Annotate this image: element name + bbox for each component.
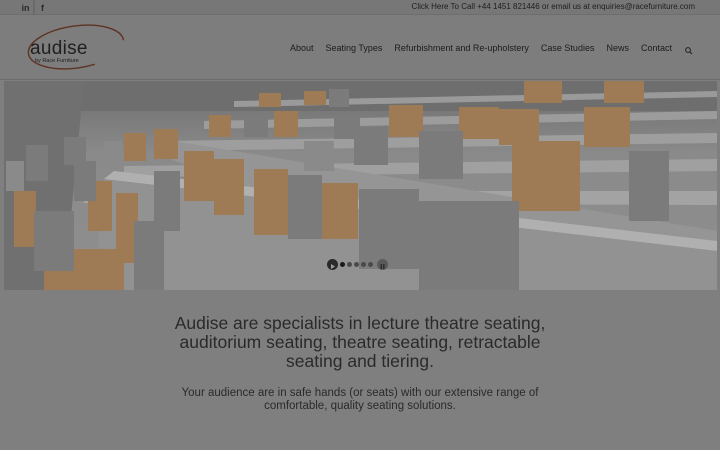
social-links: in f bbox=[0, 0, 50, 15]
slide-dot[interactable] bbox=[347, 261, 352, 267]
slide-dot[interactable] bbox=[340, 261, 345, 267]
play-icon[interactable] bbox=[327, 258, 338, 270]
logo[interactable]: audise by Race Furniture bbox=[24, 23, 128, 73]
nav-item-seating-types[interactable]: Seating Types bbox=[325, 43, 382, 53]
hero-slider[interactable] bbox=[4, 81, 717, 290]
slider-controls bbox=[327, 258, 388, 270]
intro-section: Audise are specialists in lecture theatr… bbox=[0, 314, 720, 413]
nav-item-news[interactable]: News bbox=[606, 43, 629, 53]
nav-item-about[interactable]: About bbox=[290, 43, 314, 53]
slide-dot[interactable] bbox=[368, 261, 373, 267]
nav-item-case-studies[interactable]: Case Studies bbox=[541, 43, 595, 53]
logo-wordmark: audise bbox=[30, 38, 88, 59]
nav-item-contact[interactable]: Contact bbox=[641, 43, 672, 53]
slide-dot[interactable] bbox=[361, 261, 366, 267]
main-nav: About Seating Types Refurbishment and Re… bbox=[278, 15, 694, 80]
site-header: audise by Race Furniture About Seating T… bbox=[0, 15, 720, 80]
intro-headline: Audise are specialists in lecture theatr… bbox=[174, 313, 546, 371]
pause-icon[interactable] bbox=[377, 258, 388, 270]
slide-dot[interactable] bbox=[354, 261, 359, 267]
logo-tagline: by Race Furniture bbox=[35, 58, 79, 64]
intro-subline: Your audience are in safe hands (or seat… bbox=[181, 387, 539, 412]
nav-item-refurbishment[interactable]: Refurbishment and Re-upholstery bbox=[394, 43, 529, 53]
facebook-icon[interactable]: f bbox=[34, 0, 50, 15]
linkedin-icon[interactable]: in bbox=[18, 0, 34, 15]
top-bar: in f Click Here To Call +44 1451 821446 … bbox=[0, 0, 720, 15]
search-icon[interactable] bbox=[684, 43, 694, 54]
contact-line[interactable]: Click Here To Call +44 1451 821446 or em… bbox=[412, 2, 695, 11]
